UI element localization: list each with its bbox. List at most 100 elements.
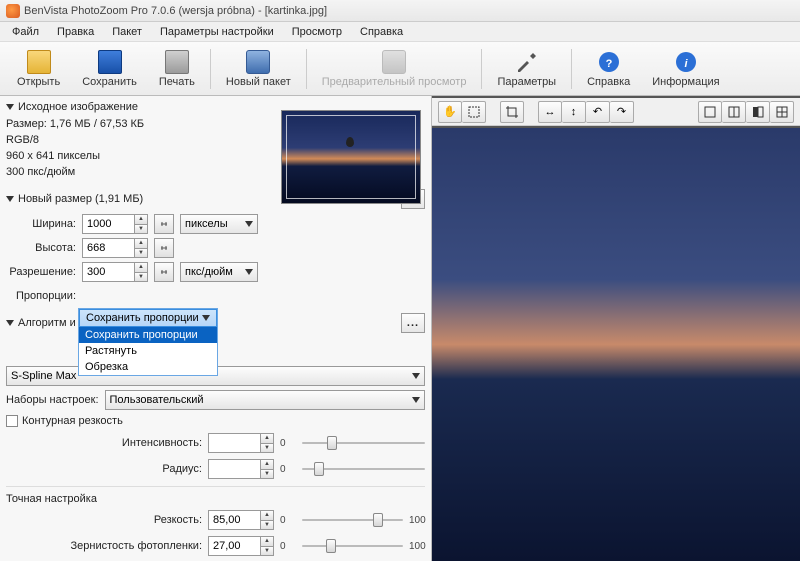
menu-help[interactable]: Справка [352, 24, 411, 40]
resolution-unit-combo[interactable]: пкс/дюйм [180, 262, 258, 282]
nav-ccw-button[interactable]: ↶ [586, 101, 610, 123]
spin-down-icon[interactable]: ▼ [135, 225, 147, 234]
aspect-dropdown-selected[interactable]: Сохранить пропорции [79, 309, 217, 327]
open-button[interactable]: Открыть [6, 44, 71, 94]
menu-file[interactable]: Файл [4, 24, 47, 40]
save-button[interactable]: Сохранить [71, 44, 148, 94]
rotate-cw-icon: ↷ [617, 105, 626, 118]
sharpness-label: Резкость: [6, 514, 202, 526]
folder-open-icon [27, 50, 51, 74]
spin-up-icon[interactable]: ▲ [135, 215, 147, 225]
checkbox-icon [6, 415, 18, 427]
grain-input[interactable] [208, 536, 260, 556]
link-icon [159, 243, 169, 253]
new-batch-label: Новый пакет [226, 76, 291, 88]
sharpness-input[interactable] [208, 510, 260, 530]
spin-up-icon[interactable]: ▲ [261, 537, 273, 547]
height-spinbox[interactable]: ▲▼ [82, 238, 148, 258]
nav-left-button[interactable]: ↔ [538, 101, 562, 123]
spin-up-icon[interactable]: ▲ [261, 434, 273, 444]
spin-up-icon[interactable]: ▲ [261, 460, 273, 470]
nav-cw-button[interactable]: ↷ [610, 101, 634, 123]
nav-up-button[interactable]: ↕ [562, 101, 586, 123]
help-icon: ? [597, 50, 621, 74]
separator [571, 49, 572, 89]
height-input[interactable] [82, 238, 134, 258]
split-quad-button[interactable] [770, 101, 794, 123]
spin-down-icon[interactable]: ▼ [135, 273, 147, 282]
floppy-disk-icon [98, 50, 122, 74]
spin-down-icon[interactable]: ▼ [261, 547, 273, 556]
method-label: S-Spline Max [11, 370, 76, 382]
marquee-icon [467, 105, 481, 119]
split-vert-button[interactable] [722, 101, 746, 123]
menu-edit[interactable]: Правка [49, 24, 102, 40]
height-lock-button[interactable] [154, 238, 174, 258]
newsize-header-label: Новый размер (1,91 МБ) [18, 193, 143, 205]
width-lock-button[interactable] [154, 214, 174, 234]
app-icon [6, 4, 20, 18]
aspect-selected-label: Сохранить пропорции [86, 312, 199, 324]
arrow-up-down-icon: ↕ [571, 106, 577, 118]
grain-spinbox[interactable]: ▲▼ [208, 536, 274, 556]
spin-up-icon[interactable]: ▲ [261, 511, 273, 521]
spin-up-icon[interactable]: ▲ [135, 263, 147, 273]
aspect-label: Пропорции: [6, 290, 76, 302]
preview-image[interactable] [432, 128, 800, 561]
new-batch-button[interactable]: Новый пакет [215, 44, 302, 94]
intensity-slider[interactable] [302, 434, 425, 452]
contour-sharpness-label: Контурная резкость [22, 415, 123, 427]
marquee-tool-button[interactable] [462, 101, 486, 123]
contour-sharpness-checkbox[interactable]: Контурная резкость [6, 412, 425, 430]
intensity-spinbox[interactable]: ▲▼ [208, 433, 274, 453]
split-half-button[interactable] [746, 101, 770, 123]
width-unit-combo[interactable]: пикселы [180, 214, 258, 234]
algorithm-options-button[interactable]: ... [401, 313, 425, 333]
main-toolbar: Открыть Сохранить Печать Новый пакет Пре… [0, 42, 800, 96]
radius-input[interactable] [208, 459, 260, 479]
sharpness-spinbox[interactable]: ▲▼ [208, 510, 274, 530]
radius-slider[interactable] [302, 460, 425, 478]
split-quad-icon [775, 105, 789, 119]
preset-combo[interactable]: Пользовательский [105, 390, 425, 410]
chevron-down-icon [245, 269, 253, 275]
radius-spinbox[interactable]: ▲▼ [208, 459, 274, 479]
spin-down-icon[interactable]: ▼ [261, 444, 273, 453]
collapse-triangle-icon [6, 104, 14, 110]
split-single-button[interactable] [698, 101, 722, 123]
slider-min: 0 [280, 438, 296, 449]
aspect-option-crop[interactable]: Обрезка [79, 359, 217, 375]
params-button[interactable]: Параметры [486, 44, 567, 94]
preview-button[interactable]: Предварительный просмотр [311, 44, 478, 94]
sharpness-slider[interactable] [302, 511, 403, 529]
crop-tool-button[interactable] [500, 101, 524, 123]
aspect-dropdown[interactable]: Сохранить пропорции Сохранить пропорции … [78, 308, 218, 376]
resolution-label: Разрешение: [6, 266, 76, 278]
menu-view[interactable]: Просмотр [284, 24, 350, 40]
width-spinbox[interactable]: ▲▼ [82, 214, 148, 234]
width-input[interactable] [82, 214, 134, 234]
grain-slider[interactable] [302, 537, 403, 555]
height-label: Высота: [6, 242, 76, 254]
source-thumbnail[interactable] [281, 110, 421, 204]
resolution-lock-button[interactable] [154, 262, 174, 282]
printer-icon [165, 50, 189, 74]
link-icon [159, 219, 169, 229]
info-button[interactable]: i Информация [641, 44, 730, 94]
resolution-input[interactable] [82, 262, 134, 282]
hand-tool-button[interactable]: ✋ [438, 101, 462, 123]
chevron-down-icon [412, 373, 420, 379]
menu-batch[interactable]: Пакет [104, 24, 150, 40]
intensity-input[interactable] [208, 433, 260, 453]
slider-max: 100 [409, 541, 425, 552]
menu-params[interactable]: Параметры настройки [152, 24, 282, 40]
spin-down-icon[interactable]: ▼ [135, 249, 147, 258]
resolution-spinbox[interactable]: ▲▼ [82, 262, 148, 282]
help-button[interactable]: ? Справка [576, 44, 641, 94]
spin-down-icon[interactable]: ▼ [261, 470, 273, 479]
aspect-option-keep[interactable]: Сохранить пропорции [79, 327, 217, 343]
spin-up-icon[interactable]: ▲ [135, 239, 147, 249]
aspect-option-stretch[interactable]: Растянуть [79, 343, 217, 359]
print-button[interactable]: Печать [148, 44, 206, 94]
spin-down-icon[interactable]: ▼ [261, 521, 273, 530]
